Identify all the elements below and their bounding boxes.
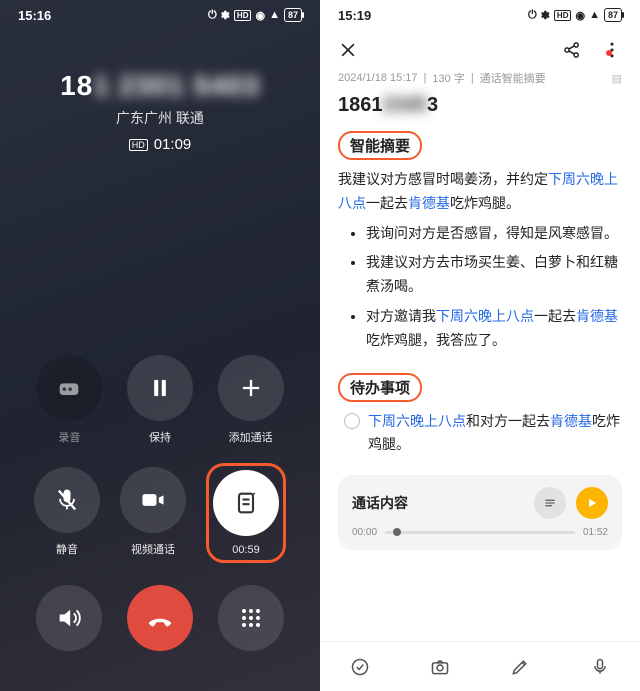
audio-player: 通话内容 00:00 01:52: [338, 475, 622, 550]
record-button[interactable]: 录音: [36, 355, 102, 445]
place-link[interactable]: 肯德基: [408, 195, 450, 211]
player-list-button[interactable]: [534, 487, 566, 519]
hold-button[interactable]: 保持: [127, 355, 193, 445]
status-bar-left: 15:16 ⏻✽HD◉▲ 87: [0, 0, 320, 30]
summary-bullets: 我询问对方是否感冒，得知是风寒感冒。 我建议对方去市场买生姜、白萝卜和红糖煮汤喝…: [338, 216, 622, 365]
note-title: 186123453: [320, 86, 640, 131]
close-icon[interactable]: [338, 40, 358, 60]
status-time: 15:16: [18, 8, 51, 23]
edit-icon[interactable]: [510, 657, 530, 677]
hd-badge: HD: [129, 139, 148, 151]
camera-icon[interactable]: [430, 657, 450, 677]
todo-section: 待办事项 下周六晚上八点和对方一起去肯德基吃炸鸡腿。: [320, 373, 640, 466]
summary-text: 我建议对方感冒时喝姜汤，并约定下周六晚上八点一起去肯德基吃炸鸡腿。: [338, 168, 622, 216]
call-info: 181 2301 5403 广东广州 联通 HD 01:09: [0, 70, 320, 153]
list-item: 对方邀请我下周六晚上八点一起去肯德基吃炸鸡腿，我答应了。: [366, 305, 622, 353]
video-call-button[interactable]: 视频通话: [120, 467, 186, 563]
note-meta: 2024/1/18 15:17|130 字|通话智能摘要 ▤: [320, 70, 640, 86]
status-icons: ⏻✽HD◉▲ 87: [528, 8, 622, 22]
add-call-button[interactable]: 添加通话: [218, 355, 284, 445]
summary-section: 智能摘要 我建议对方感冒时喝姜汤，并约定下周六晚上八点一起去肯德基吃炸鸡腿。 我…: [320, 131, 640, 373]
player-title: 通话内容: [352, 493, 408, 513]
todo-item: 下周六晚上八点和对方一起去肯德基吃炸鸡腿。: [338, 410, 622, 458]
bottom-toolbar: [320, 641, 640, 691]
list-item: 我询问对方是否感冒，得知是风寒感冒。: [366, 222, 622, 246]
share-icon[interactable]: [562, 40, 582, 60]
call-controls: 录音 保持 添加通话 静音 视频通话 00:59: [0, 355, 320, 673]
summary-heading: 智能摘要: [338, 131, 422, 160]
status-time: 15:19: [338, 8, 371, 23]
hangup-button[interactable]: [127, 585, 193, 651]
mic-icon[interactable]: [590, 657, 610, 677]
status-bar-right: 15:19 ⏻✽HD◉▲ 87: [320, 0, 640, 30]
list-item: 我建议对方去市场买生姜、白萝卜和红糖煮汤喝。: [366, 251, 622, 299]
status-icons: ⏻✽HD◉▲ 87: [208, 8, 302, 22]
note-screen: 15:19 ⏻✽HD◉▲ 87 2024/1/18 15:17|130 字|通话…: [320, 0, 640, 691]
call-timer: HD 01:09: [0, 136, 320, 153]
call-screen: 15:16 ⏻✽HD◉▲ 87 181 2301 5403 广东广州 联通 HD…: [0, 0, 320, 691]
call-note-button[interactable]: 00:59: [206, 463, 286, 563]
dialpad-button[interactable]: [218, 585, 284, 651]
speaker-button[interactable]: [36, 585, 102, 651]
file-icon: ▤: [612, 72, 622, 85]
check-icon[interactable]: [350, 657, 370, 677]
location-label: 广东广州 联通: [0, 108, 320, 128]
more-icon[interactable]: [602, 40, 622, 60]
phone-number: 181 2301 5403: [0, 70, 320, 102]
note-topbar: [320, 30, 640, 70]
mute-button[interactable]: 静音: [34, 467, 100, 563]
player-progress[interactable]: 00:00 01:52: [352, 527, 608, 538]
player-play-button[interactable]: [576, 487, 608, 519]
todo-heading: 待办事项: [338, 373, 422, 402]
todo-checkbox[interactable]: [344, 413, 360, 429]
